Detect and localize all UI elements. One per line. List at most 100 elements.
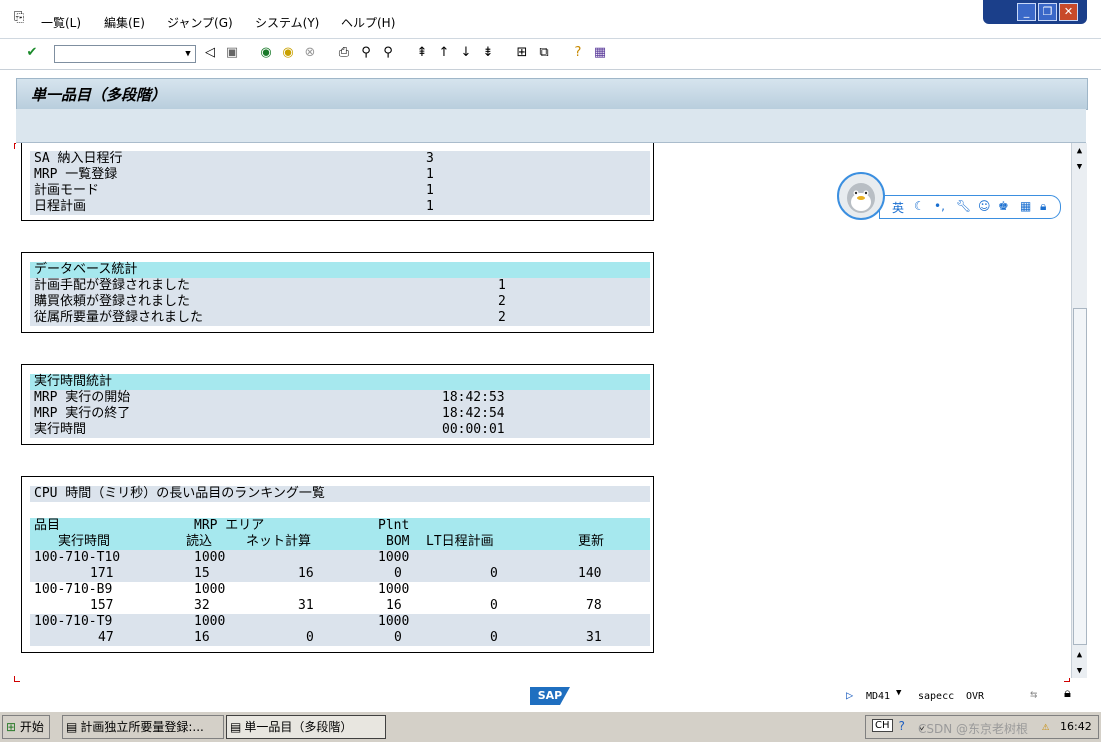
table-row: 47 16 0 0 0 31 — [30, 630, 650, 646]
table-row: 100-710-T9 1000 1000 — [30, 614, 650, 630]
start-button[interactable]: ⊞ 开始 — [2, 715, 50, 739]
ime-toolbar[interactable]: 英 ☾ •, 🔧︎ ☺ ♚ ▦ 🔒︎ — [879, 195, 1061, 219]
scroll-up-icon[interactable]: ▲ — [1074, 649, 1085, 661]
watermark: CSDN @东京老树根 — [918, 722, 1029, 736]
layout-icon[interactable]: ▦ — [592, 45, 608, 61]
wrench-icon[interactable]: 🔧︎ — [956, 199, 971, 213]
list-item: SA 納入日程行 3 — [30, 151, 650, 167]
penguin-icon — [847, 183, 875, 213]
list-item: 購買依頼が登録されました 2 — [30, 294, 650, 310]
exit-icon[interactable]: ◉ — [280, 45, 296, 61]
smiley-icon[interactable]: ☺ — [978, 199, 991, 213]
list-item: MRP 実行の終了 18:42:54 — [30, 406, 650, 422]
find-next-icon[interactable]: ⚲ — [380, 45, 396, 61]
chevron-down-icon[interactable]: ▼ — [181, 46, 195, 62]
scroll-down-icon[interactable]: ▼ — [1074, 665, 1085, 677]
cancel-icon[interactable]: ⊗ — [302, 45, 318, 61]
vertical-scrollbar[interactable]: ▲ ▼ ▲ ▼ — [1071, 143, 1087, 678]
shirt-icon[interactable]: ♚ — [998, 199, 1009, 213]
list-item: MRP 実行の開始 18:42:53 — [30, 390, 650, 406]
save-icon[interactable]: ▣ — [224, 45, 240, 61]
warning-icon[interactable]: ⚠ — [1042, 719, 1049, 733]
system-tray: CH ? ⌄ CSDN @东京老树根 ⚠ 16:42 — [865, 715, 1099, 739]
play-icon[interactable]: ▷ — [846, 688, 853, 702]
print-icon[interactable]: ⎙ — [336, 45, 352, 61]
lock-icon[interactable]: 🔒︎ — [1064, 686, 1071, 701]
system-menu-icon[interactable]: ⎘ — [14, 10, 24, 25]
create-session-icon[interactable]: ⊞ — [514, 45, 530, 61]
standard-toolbar: ✔ ▼ ◁ ▣ ◉ ◉ ⊗ ⎙ ⚲ ⚲ ⇞ ↑ ↓ ⇟ ⊞ ⧉ ? ▦ — [0, 39, 1101, 70]
scroll-down-icon[interactable]: ▼ — [1074, 161, 1085, 173]
back-arrow-icon[interactable]: ◁ — [202, 45, 218, 61]
avatar[interactable] — [837, 172, 885, 220]
first-page-icon[interactable]: ⇞ — [414, 45, 430, 61]
taskbar-item[interactable]: ▤ 計画独立所要量登録:... — [62, 715, 224, 739]
scroll-up-icon[interactable]: ▲ — [1074, 145, 1085, 157]
page-title: 単一品目（多段階） — [31, 86, 167, 104]
last-page-icon[interactable]: ⇟ — [480, 45, 496, 61]
restore-button[interactable]: ❐ — [1038, 3, 1057, 21]
title-bar: 単一品目（多段階） — [16, 78, 1088, 110]
ime-language-toggle[interactable]: 英 — [892, 199, 904, 216]
clock: 16:42 — [1060, 720, 1092, 733]
menu-system[interactable]: システム(Y) — [255, 14, 319, 31]
insert-mode: OVR — [966, 691, 985, 702]
table-header: 品目 MRP エリア Plnt — [30, 518, 650, 534]
enter-check-icon[interactable]: ✔ — [24, 45, 40, 61]
help-icon[interactable]: ? — [898, 719, 905, 733]
menu-help[interactable]: ヘルプ(H) — [341, 14, 395, 31]
table-header: 実行時間 読込 ネット計算 BOM LT日程計画 更新 — [30, 534, 650, 550]
moon-icon[interactable]: ☾ — [914, 199, 925, 213]
start-label: 开始 — [19, 720, 44, 734]
punctuation-icon[interactable]: •, — [934, 199, 945, 213]
list-item: MRP 一覧登録 1 — [30, 167, 650, 183]
runtime-statistics-box: 実行時間統計 MRP 実行の開始 18:42:53 MRP 実行の終了 18:4… — [21, 364, 654, 445]
task-label: 計画独立所要量登録:... — [80, 720, 204, 734]
window-icon: ▤ — [66, 720, 78, 734]
list-item: 計画モード 1 — [30, 183, 650, 199]
windows-logo-icon: ⊞ — [6, 720, 17, 734]
list-item: 日程計画 1 — [30, 199, 650, 215]
find-icon[interactable]: ⚲ — [358, 45, 374, 61]
help-icon[interactable]: ? — [570, 45, 586, 61]
chevron-down-icon[interactable]: ▼ — [896, 688, 901, 698]
taskbar-item-active[interactable]: ▤ 単一品目（多段階） — [226, 715, 386, 739]
grid-icon[interactable]: ▦ — [1020, 199, 1031, 213]
minimize-button[interactable]: _ — [1017, 3, 1036, 21]
sap-logo: SAP — [530, 687, 570, 705]
list-output: SA 納入日程行 3 MRP 一覧登録 1 計画モード 1 日程計画 1 データ… — [16, 143, 1071, 678]
database-statistics-box: データベース統計 計画手配が登録されました 1 購買依頼が登録されました 2 従… — [21, 252, 654, 333]
connection-icon: ⇆ — [1030, 687, 1038, 701]
ime-toolbar-widget[interactable]: 英 ☾ •, 🔧︎ ☺ ♚ ▦ 🔒︎ — [837, 172, 1061, 220]
shortcut-icon[interactable]: ⧉ — [536, 45, 552, 61]
transaction-code: MD41 — [866, 691, 891, 702]
status-bar: SAP ▷ MD41 ▼ sapecc OVR ⇆ 🔒︎ — [0, 683, 1101, 709]
command-field[interactable]: ▼ — [54, 45, 196, 63]
table-row: 100-710-T10 1000 1000 — [30, 550, 650, 566]
menu-list[interactable]: 一覧(L) — [41, 14, 81, 31]
list-item: 従属所要量が登録されました 2 — [30, 310, 650, 326]
section-header: データベース統計 — [30, 262, 650, 278]
language-indicator[interactable]: CH — [872, 719, 893, 732]
server-name: sapecc — [918, 691, 955, 702]
scroll-thumb[interactable] — [1073, 308, 1087, 645]
green-back-icon[interactable]: ◉ — [258, 45, 274, 61]
application-toolbar — [16, 109, 1086, 143]
menu-edit[interactable]: 編集(E) — [104, 14, 145, 31]
window-controls: _ ❐ ✕ — [983, 0, 1087, 24]
section-header: 実行時間統計 — [30, 374, 650, 390]
task-label: 単一品目（多段階） — [244, 720, 353, 734]
menu-bar: ⎘ 一覧(L) 編集(E) ジャンプ(G) システム(Y) ヘルプ(H) _ ❐… — [0, 0, 1101, 39]
window-icon: ▤ — [230, 720, 242, 734]
section-title: CPU 時間（ミリ秒）の長い品目のランキング一覧 — [30, 486, 650, 502]
next-page-icon[interactable]: ↓ — [458, 45, 474, 61]
menu-goto[interactable]: ジャンプ(G) — [167, 14, 233, 31]
mrp-statistics-box: SA 納入日程行 3 MRP 一覧登録 1 計画モード 1 日程計画 1 — [21, 143, 654, 221]
prev-page-icon[interactable]: ↑ — [436, 45, 452, 61]
windows-taskbar: ⊞ 开始 ▤ 計画独立所要量登録:... ▤ 単一品目（多段階） CH ? ⌄ CS… — [0, 711, 1101, 742]
table-row: 171 15 16 0 0 140 — [30, 566, 650, 582]
lock-icon[interactable]: 🔒︎ — [1040, 199, 1046, 214]
table-row: 157 32 31 16 0 78 — [30, 598, 650, 614]
list-item: 実行時間 00:00:01 — [30, 422, 650, 438]
close-button[interactable]: ✕ — [1059, 3, 1078, 21]
